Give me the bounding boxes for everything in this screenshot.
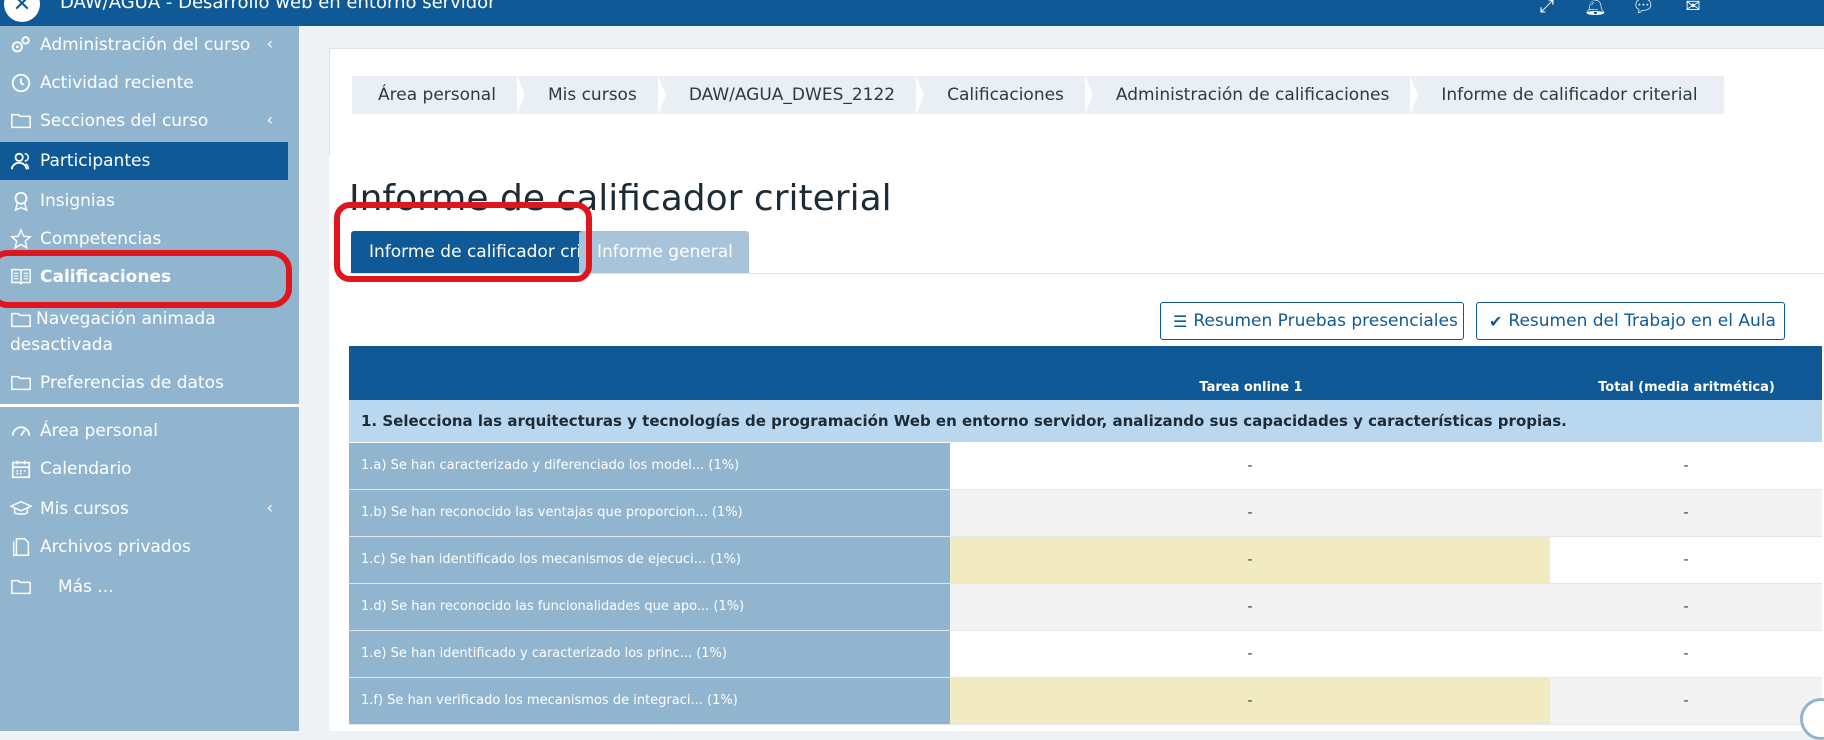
grade-cell[interactable]: -: [950, 490, 1551, 536]
criterion-cell[interactable]: 1.e) Se han identificado y caracterizado…: [349, 631, 950, 677]
resumen-pruebas-button[interactable]: ☰ Resumen Pruebas presenciales: [1160, 302, 1464, 340]
course-title: DAW/AGUA - Desarrollo web en entorno ser…: [60, 0, 496, 13]
chat-icon[interactable]: 💬︎: [1632, 0, 1655, 18]
files-icon: [10, 536, 36, 558]
grades-table: Tarea online 1 Total (media aritmética) …: [349, 346, 1822, 725]
breadcrumb-item[interactable]: Área personal: [352, 76, 525, 114]
grade-cell[interactable]: -: [950, 631, 1551, 677]
dashboard-icon: [10, 420, 36, 442]
column-header[interactable]: Tarea online 1: [951, 380, 1551, 395]
sidebar-item-label: Secciones del curso: [40, 111, 209, 131]
total-cell: -: [1550, 678, 1822, 724]
table-row: 1.a) Se han caracterizado y diferenciado…: [349, 443, 1822, 490]
criterion-cell[interactable]: 1.c) Se han identificado los mecanismos …: [349, 537, 950, 583]
sidebar-item-participantes[interactable]: Participantes: [0, 142, 288, 180]
grade-cell[interactable]: -: [950, 678, 1551, 724]
total-cell: -: [1550, 584, 1822, 630]
chevron-left-icon[interactable]: ‹: [267, 110, 273, 129]
sidebar-item-area-personal[interactable]: Área personal: [0, 412, 299, 450]
criterion-cell[interactable]: 1.d) Se han reconocido las funcionalidad…: [349, 584, 950, 630]
table-row: 1.b) Se han reconocido las ventajas que …: [349, 490, 1822, 537]
sidebar-item-navegacion[interactable]: Navegación animada desactivada: [0, 306, 299, 358]
chevron-left-icon[interactable]: ‹: [267, 498, 273, 517]
list-icon: ☰: [1173, 311, 1188, 331]
criterion-cell[interactable]: 1.b) Se han reconocido las ventajas que …: [349, 490, 950, 536]
sidebar-item-label: Competencias: [40, 229, 162, 249]
table-row: 1.d) Se han reconocido las funcionalidad…: [349, 584, 1822, 631]
folder-icon: [10, 372, 36, 394]
sidebar-item-label: Preferencias de datos: [40, 373, 224, 393]
table-row: 1.c) Se han identificado los mecanismos …: [349, 537, 1822, 584]
report-card: Informe de calificador criterial Informe…: [329, 156, 1824, 731]
total-cell: -: [1550, 537, 1822, 583]
top-navbar: ✕ DAW/AGUA - Desarrollo web en entorno s…: [0, 0, 1824, 26]
folder-icon: [10, 576, 36, 598]
grade-cell[interactable]: -: [950, 537, 1551, 583]
sidebar-item-label: Mis cursos: [40, 499, 129, 519]
criterion-cell[interactable]: 1.a) Se han caracterizado y diferenciado…: [349, 443, 950, 489]
sidebar: Administración del curso ‹ Actividad rec…: [0, 26, 299, 731]
breadcrumb-item[interactable]: Calificaciones: [921, 76, 1093, 114]
calificaciones-highlight: [0, 250, 292, 308]
table-row: 1.e) Se han identificado y caracterizado…: [349, 631, 1822, 678]
expand-icon[interactable]: ⤢: [1536, 0, 1558, 18]
breadcrumb-item[interactable]: DAW/AGUA_DWES_2122: [663, 76, 925, 114]
sidebar-item-label: Más ...: [58, 577, 114, 597]
tab-informe-general[interactable]: Informe general: [579, 231, 749, 273]
bell-icon[interactable]: 🔔︎: [1584, 0, 1607, 18]
section-row: 1. Selecciona las arquitecturas y tecnol…: [349, 400, 1822, 443]
button-label: Resumen Pruebas presenciales: [1193, 311, 1458, 331]
sidebar-item-label: Insignias: [40, 191, 115, 211]
badge-icon: [10, 190, 36, 212]
breadcrumb: Área personal Mis cursos DAW/AGUA_DWES_2…: [352, 76, 1724, 114]
breadcrumb-item[interactable]: Mis cursos: [522, 76, 666, 114]
sidebar-item-archivos[interactable]: Archivos privados: [0, 528, 299, 566]
clock-icon: [10, 72, 36, 94]
sidebar-item-label: Administración del curso: [40, 35, 251, 55]
sidebar-item-label: Actividad reciente: [40, 73, 194, 93]
sidebar-item-preferencias[interactable]: Preferencias de datos: [0, 364, 299, 402]
close-icon[interactable]: ✕: [4, 0, 40, 22]
chevron-left-icon[interactable]: ‹: [267, 34, 273, 53]
sidebar-item-label: Navegación animada desactivada: [10, 309, 216, 355]
main-content: Área personal Mis cursos DAW/AGUA_DWES_2…: [299, 26, 1824, 731]
sidebar-item-insignias[interactable]: Insignias: [0, 182, 299, 220]
criterion-cell[interactable]: 1.f) Se han verificado los mecanismos de…: [349, 678, 950, 724]
sidebar-item-label: Participantes: [40, 151, 151, 171]
sidebar-item-label: Archivos privados: [40, 537, 191, 557]
check-icon: ✔: [1489, 311, 1503, 331]
sidebar-item-secciones[interactable]: Secciones del curso ‹: [0, 102, 299, 140]
total-cell: -: [1550, 443, 1822, 489]
calendar-icon: [10, 458, 36, 480]
sidebar-item-actividad[interactable]: Actividad reciente: [0, 64, 299, 102]
tab-highlight: [334, 202, 592, 282]
breadcrumb-card: Área personal Mis cursos DAW/AGUA_DWES_2…: [329, 48, 1824, 164]
sidebar-item-calendario[interactable]: Calendario: [0, 450, 299, 488]
sidebar-item-label: Área personal: [40, 421, 158, 441]
resumen-trabajo-button[interactable]: ✔ Resumen del Trabajo en el Aula: [1476, 302, 1785, 340]
breadcrumb-item-current: Informe de calificador criterial: [1441, 85, 1698, 105]
column-header[interactable]: Total (media aritmética): [1551, 380, 1822, 395]
sidebar-divider: [0, 404, 299, 407]
sidebar-item-mis-cursos[interactable]: Mis cursos ‹: [0, 490, 299, 528]
grade-cell[interactable]: -: [950, 443, 1551, 489]
table-row: 1.f) Se han verificado los mecanismos de…: [349, 678, 1822, 725]
graduation-icon: [9, 498, 36, 520]
folder-icon: [10, 110, 36, 132]
breadcrumb-item[interactable]: Administración de calificaciones: [1090, 76, 1419, 114]
button-label: Resumen del Trabajo en el Aula: [1508, 311, 1776, 331]
gears-icon: [10, 34, 36, 56]
sidebar-item-administracion[interactable]: Administración del curso ‹: [0, 26, 299, 64]
total-cell: -: [1550, 490, 1822, 536]
table-header: Tarea online 1 Total (media aritmética): [349, 346, 1822, 400]
users-icon: [10, 150, 36, 172]
sidebar-item-label: Calendario: [40, 459, 132, 479]
star-icon: [10, 227, 36, 250]
grade-cell[interactable]: -: [950, 584, 1551, 630]
sidebar-item-mas[interactable]: Más ...: [0, 568, 299, 606]
mail-icon[interactable]: ✉: [1682, 0, 1704, 18]
total-cell: -: [1550, 631, 1822, 677]
